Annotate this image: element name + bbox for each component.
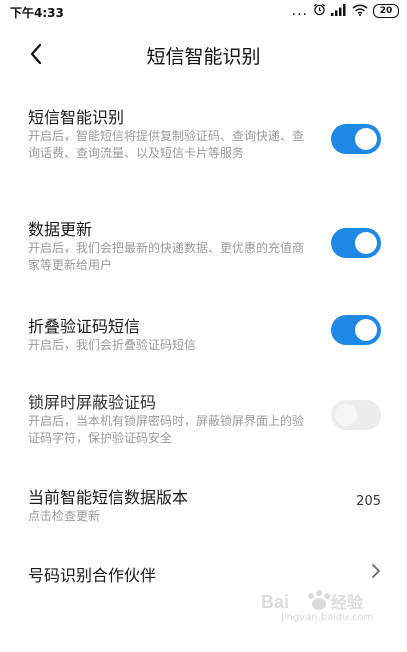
toggle-knob [355,128,377,150]
setting-title: 当前智能短信数据版本 [28,488,189,507]
setting-description: 点击检查更新 [28,509,101,523]
setting-fold-verification-sms: 折叠验证码短信 开启后，我们会折叠验证码短信 [0,309,407,359]
status-bar: 下午4:33 ... 20 [0,0,407,22]
setting-description: 开启后，当本机有锁屏密码时，屏蔽锁屏界面上的验证码字符，保护验证码安全 [28,414,305,445]
setting-data-version[interactable]: 当前智能短信数据版本 点击检查更新 205 [0,480,407,526]
setting-title: 数据更新 [28,220,93,239]
sms-smart-recognition-toggle[interactable] [331,124,381,154]
svg-text:经验: 经验 [331,593,364,612]
fold-verification-sms-toggle[interactable] [331,315,381,345]
battery-icon: 20 [373,4,399,18]
setting-sms-smart-recognition: 短信智能识别 开启后，智能短信将提供复制验证码、查询快递、查询话费、查询流量、以… [0,100,407,190]
chevron-right-icon [372,564,380,578]
page-title: 短信智能识别 [146,46,261,68]
notification-dots-icon: ... [291,3,308,19]
watermark-text: jingyan.baidu.com [281,612,374,623]
setting-description: 开启后，我们会把最新的快递数据、更优惠的充值商家等更新给用户 [28,241,305,272]
toggle-knob [355,232,377,254]
lockscreen-hide-code-toggle[interactable] [331,400,381,430]
toggle-knob [335,404,357,426]
header: 短信智能识别 [0,32,407,78]
svg-text:Bai: Bai [261,592,289,612]
alarm-icon [313,3,326,19]
status-time: 下午4:33 [10,6,64,20]
baidu-jingyan-watermark: Bai 经验 jingyan.baidu.com [259,588,379,630]
data-version-value: 205 [356,494,381,509]
setting-title: 折叠验证码短信 [28,317,141,336]
data-update-toggle[interactable] [331,228,381,258]
setting-data-update: 数据更新 开启后，我们会把最新的快递数据、更优惠的充值商家等更新给用户 [0,212,407,282]
signal-icon [331,3,347,19]
setting-description: 开启后，我们会折叠验证码短信 [28,338,197,352]
setting-description: 开启后，智能短信将提供复制验证码、查询快递、查询话费、查询流量、以及短信卡片等服… [28,129,305,160]
setting-title: 锁屏时屏蔽验证码 [28,393,157,412]
setting-number-recognition-partner[interactable]: 号码识别合作伙伴 [0,558,407,588]
wifi-icon [352,4,368,19]
setting-title: 短信智能识别 [28,108,125,127]
toggle-knob [355,319,377,341]
status-icons: ... 20 [292,3,399,19]
setting-title: 号码识别合作伙伴 [28,566,157,585]
setting-lockscreen-hide-code: 锁屏时屏蔽验证码 开启后，当本机有锁屏密码时，屏蔽锁屏界面上的验证码字符，保护验… [0,385,407,455]
baidu-logo-icon: Bai 经验 [261,590,364,612]
